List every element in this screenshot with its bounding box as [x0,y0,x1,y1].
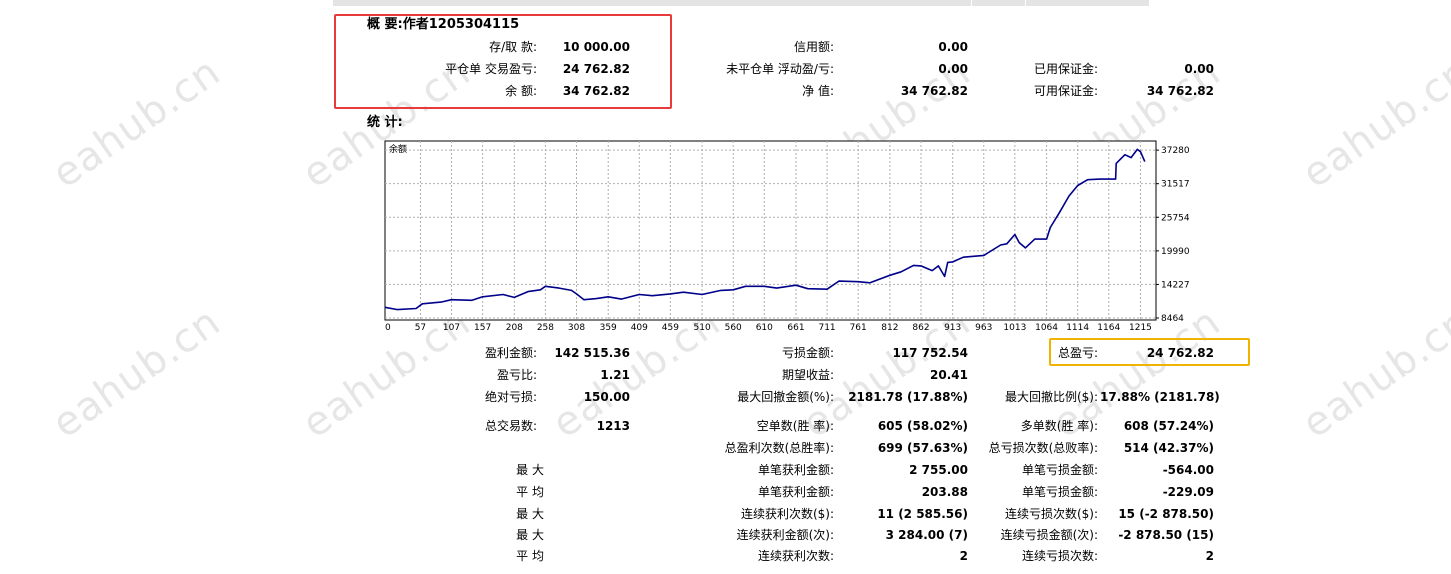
x-tick-label: 1013 [1003,323,1026,333]
average-consecutive-losses-label: 连续亏损次数: [1021,549,1098,563]
x-tick-label: 0 [385,323,391,333]
net-profit-highlight-box [1049,338,1250,366]
average-loss-trade-label: 单笔亏损金额: [1021,485,1098,499]
max-drawdown-label: 最大回撤金额(%): [737,390,834,404]
average-loss-trade-value: -229.09 [1162,485,1214,499]
average-label: 平 均 [516,485,544,499]
total-trades-label: 总交易数: [484,419,537,433]
maximal-consecutive-profit-value: 3 284.00 (7) [885,528,968,542]
loss-trades-label: 总亏损次数(总败率): [988,441,1098,455]
y-tick-label: 37280 [1161,146,1190,156]
largest-profit-trade-label: 单笔获利金额: [757,463,834,477]
relative-drawdown-label: 最大回撤比例($): [1004,390,1098,404]
x-tick-label: 459 [662,323,679,333]
x-tick-label: 610 [756,323,773,333]
x-tick-label: 711 [818,323,835,333]
max-consecutive-losses-value: 15 (-2 878.50) [1118,507,1214,521]
x-tick-label: 1164 [1097,323,1120,333]
y-tick-label: 19990 [1161,247,1190,257]
maximum-label: 最 大 [516,507,544,521]
y-tick-label: 8464 [1161,314,1184,324]
chart-title: 余额 [389,143,407,155]
absolute-drawdown-value: 150.00 [583,390,630,404]
x-tick-label: 661 [787,323,804,333]
max-consecutive-wins-value: 11 (2 585.56) [877,507,968,521]
largest-loss-trade-label: 单笔亏损金额: [1021,463,1098,477]
x-tick-label: 57 [415,323,426,333]
profit-trades-label: 总盈利次数(总胜率): [724,441,834,455]
x-tick-label: 308 [568,323,585,333]
x-tick-label: 560 [725,323,742,333]
x-tick-label: 510 [694,323,711,333]
y-tick-label: 14227 [1161,280,1190,290]
largest-profit-trade-value: 2 755.00 [909,463,968,477]
profit-trades-value: 699 (57.63%) [877,441,968,455]
chart-plot-area [384,140,1157,321]
short-positions-label: 空单数(胜 率): [756,419,834,433]
average-consecutive-label: 平 均 [516,549,544,563]
max-drawdown-value: 2181.78 (17.88%) [848,390,968,404]
short-positions-value: 605 (58.02%) [877,419,968,433]
average-consecutive-wins-label: 连续获利次数: [757,549,834,563]
max-consecutive-losses-label: 连续亏损次数($): [1004,507,1098,521]
profit-factor-label: 盈亏比: [496,368,537,382]
x-tick-label: 963 [975,323,992,333]
profit-factor-value: 1.21 [600,368,630,382]
maximal-label: 最 大 [516,528,544,542]
x-tick-label: 258 [537,323,554,333]
average-consecutive-wins-value: 2 [959,549,968,563]
balance-chart: 余额 37280 31517 25754 19990 14227 8464 0 57 107 1… [384,140,1190,333]
gross-profit-value: 142 515.36 [554,346,630,360]
x-tick-label: 761 [850,323,867,333]
x-tick-label: 812 [881,323,898,333]
gross-loss-label: 亏损金额: [781,346,834,360]
x-tick-label: 913 [944,323,961,333]
x-tick-label: 359 [600,323,617,333]
largest-loss-trade-value: -564.00 [1162,463,1214,477]
x-tick-label: 107 [443,323,460,333]
gross-loss-value: 117 752.54 [892,346,968,360]
x-tick-label: 1114 [1066,323,1089,333]
largest-label: 最 大 [516,463,544,477]
maximal-consecutive-loss-value: -2 878.50 (15) [1118,528,1214,542]
average-consecutive-losses-value: 2 [1205,549,1214,563]
average-profit-trade-value: 203.88 [921,485,968,499]
loss-trades-value: 514 (42.37%) [1123,441,1214,455]
x-tick-label: 862 [912,323,929,333]
x-tick-label: 157 [474,323,491,333]
max-consecutive-wins-label: 连续获利次数($): [740,507,834,521]
y-tick-label: 25754 [1161,213,1190,223]
x-tick-label: 1215 [1129,323,1152,333]
y-tick-label: 31517 [1161,180,1190,190]
maximal-consecutive-profit-label: 连续获利金额(次): [736,528,834,542]
x-tick-label: 409 [631,323,648,333]
total-trades-value: 1213 [596,419,630,433]
absolute-drawdown-label: 绝对亏损: [484,390,537,404]
maximal-consecutive-loss-label: 连续亏损金额(次): [1000,528,1098,542]
expected-payoff-value: 20.41 [930,368,968,382]
long-positions-value: 608 (57.24%) [1123,419,1214,433]
expected-payoff-label: 期望收益: [781,368,834,382]
relative-drawdown-value: 17.88% (2181.78) [1100,390,1220,404]
x-tick-label: 1064 [1035,323,1058,333]
long-positions-label: 多单数(胜 率): [1020,419,1098,433]
x-tick-label: 208 [506,323,523,333]
average-profit-trade-label: 单笔获利金额: [757,485,834,499]
gross-profit-label: 盈利金额: [484,346,537,360]
